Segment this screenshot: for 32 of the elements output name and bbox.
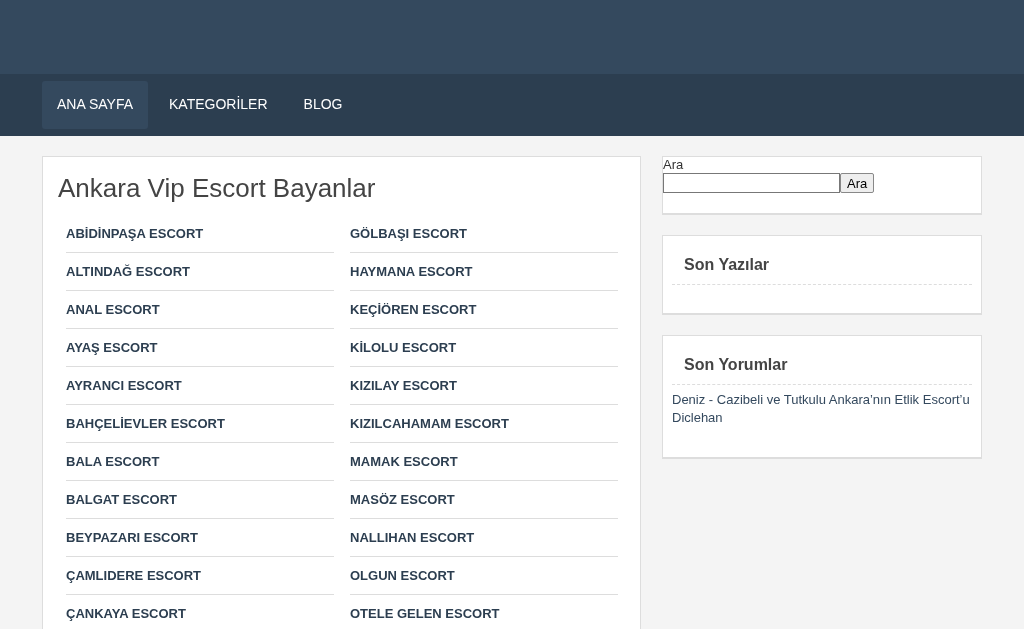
search-label: Ara (663, 157, 685, 173)
category-link[interactable]: ABİDİNPAŞA ESCORT (66, 226, 204, 241)
category-link[interactable]: OTELE GELEN ESCORT (350, 606, 500, 621)
category-link[interactable]: HAYMANA ESCORT (350, 264, 473, 279)
widget-title: Son Yazılar (683, 255, 771, 275)
search-field[interactable] (663, 173, 840, 193)
category-link[interactable]: GÖLBAŞI ESCORT (350, 226, 467, 241)
category-link[interactable]: ANAL ESCORT (66, 302, 160, 317)
category-link[interactable]: BALGAT ESCORT (66, 492, 177, 507)
category-link[interactable]: NALLIHAN ESCORT (350, 530, 475, 545)
category-link[interactable]: MAMAK ESCORT (350, 454, 458, 469)
category-link[interactable]: BAHÇELİEVLER ESCORT (66, 416, 225, 431)
category-link[interactable]: ALTINDAĞ ESCORT (66, 264, 190, 279)
page-title: Ankara Vip Escort Bayanlar (58, 172, 377, 205)
search-button[interactable]: Ara (840, 173, 875, 193)
category-link[interactable]: OLGUN ESCORT (350, 568, 455, 583)
category-link[interactable]: MASÖZ ESCORT (350, 492, 455, 507)
category-link[interactable]: BALA ESCORT (66, 454, 160, 469)
nav-tab[interactable]: BLOG (288, 81, 358, 129)
recent-comment-link[interactable]: Deniz - Cazibeli ve Tutkulu Ankara’nın Etlik Escort’u Diclehan (672, 391, 972, 435)
category-link[interactable]: ÇAMLIDERE ESCORT (66, 568, 202, 583)
category-link[interactable]: KIZILCAHAMAM ESCORT (350, 416, 509, 431)
nav-tab[interactable]: ANA SAYFA (42, 81, 148, 129)
category-link[interactable]: ÇANKAYA ESCORT (66, 606, 186, 621)
category-link[interactable]: AYAŞ ESCORT (66, 340, 158, 355)
category-link[interactable]: AYRANCI ESCORT (66, 378, 182, 393)
category-link[interactable]: KEÇİÖREN ESCORT (350, 302, 477, 317)
category-link[interactable]: KİLOLU ESCORT (350, 340, 457, 355)
nav-tab[interactable]: KATEGORİLER (154, 81, 283, 129)
category-link[interactable]: BEYPAZARI ESCORT (66, 530, 198, 545)
widget-title: Son Yorumlar (683, 355, 789, 375)
category-link[interactable]: KIZILAY ESCORT (350, 378, 457, 393)
